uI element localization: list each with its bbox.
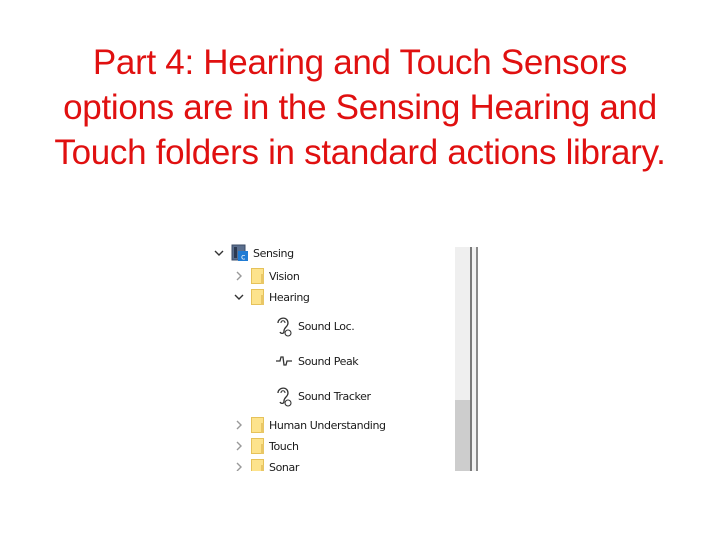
- tree-item-label: Human Understanding: [269, 418, 386, 432]
- svg-text:c: c: [241, 253, 245, 262]
- tree-item-sensing[interactable]: c Sensing: [213, 243, 294, 263]
- chevron-right-icon[interactable]: [233, 419, 245, 431]
- folder-icon: [251, 417, 264, 433]
- title-line: options are in the Sensing Hearing and: [63, 88, 657, 127]
- tree-item-human-understanding[interactable]: Human Understanding: [233, 415, 386, 435]
- tree-item-label: Vision: [269, 269, 300, 283]
- chevron-down-icon[interactable]: [213, 247, 225, 259]
- library-tree-panel: c Sensing Vision Hearing Sound Loc. Soun…: [205, 240, 480, 471]
- title-line: Touch folders in standard actions librar…: [54, 133, 666, 172]
- folder-icon: [251, 268, 264, 284]
- folder-icon: [251, 438, 264, 454]
- tree-item-touch[interactable]: Touch: [233, 436, 299, 456]
- panel-divider: [476, 247, 478, 471]
- tree-item-label: Sound Tracker: [298, 389, 371, 403]
- chevron-down-icon[interactable]: [233, 291, 245, 303]
- tree-item-hearing[interactable]: Hearing: [233, 287, 310, 307]
- tree-item-vision[interactable]: Vision: [233, 266, 300, 286]
- tree-item-label: Sound Peak: [298, 354, 359, 368]
- tree-item-label: Sensing: [253, 246, 294, 260]
- tree-item-label: Touch: [269, 439, 299, 453]
- tree-item-sound-tracker[interactable]: Sound Tracker: [273, 383, 371, 409]
- vertical-scrollbar[interactable]: [455, 247, 470, 471]
- ear-icon: [273, 315, 295, 337]
- tree-item-label: Sound Loc.: [298, 319, 355, 333]
- tree-item-label: Sonar: [269, 460, 299, 472]
- folder-icon: [251, 289, 264, 305]
- tree-item-sonar[interactable]: Sonar: [233, 457, 299, 471]
- ear-icon: [273, 385, 295, 407]
- chevron-right-icon[interactable]: [233, 440, 245, 452]
- sensing-library-icon: c: [231, 244, 249, 262]
- chevron-right-icon[interactable]: [233, 270, 245, 282]
- folder-icon: [251, 459, 264, 471]
- tree-item-sound-loc[interactable]: Sound Loc.: [273, 313, 355, 339]
- slide-title: Part 4: Hearing and Touch Sensors option…: [0, 40, 720, 175]
- title-line: Part 4: Hearing and Touch Sensors: [92, 43, 628, 82]
- chevron-right-icon[interactable]: [233, 461, 245, 471]
- scrollbar-thumb[interactable]: [455, 400, 470, 471]
- waveform-icon: [273, 350, 295, 372]
- tree-item-label: Hearing: [269, 290, 310, 304]
- tree-item-sound-peak[interactable]: Sound Peak: [273, 350, 359, 372]
